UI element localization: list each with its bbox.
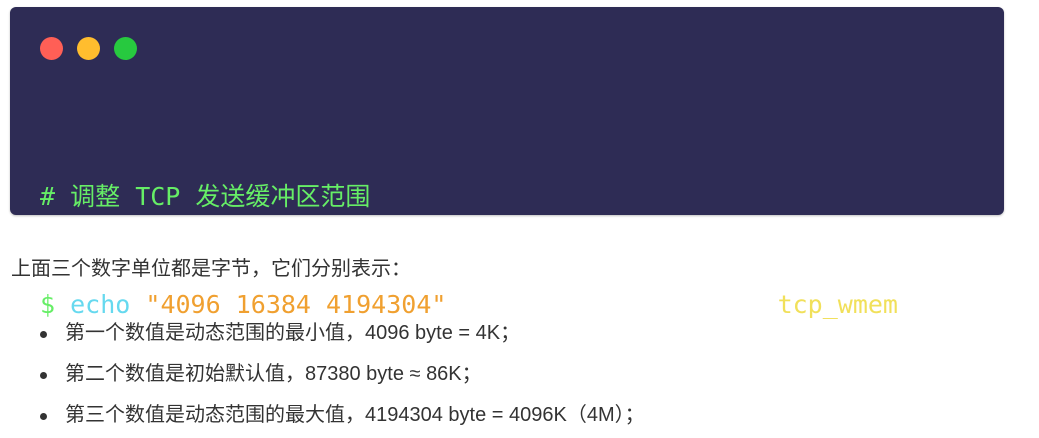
close-dot-icon xyxy=(40,37,63,60)
command-target-file: tcp_wmem xyxy=(777,290,898,319)
code-block: # 调整 TCP 发送缓冲区范围 $ echo "4096 16384 4194… xyxy=(10,7,1004,319)
intro-paragraph: 上面三个数字单位都是字节，它们分别表示： xyxy=(11,258,411,280)
bullet-list: 第一个数值是动态范围的最小值，4096 byte = 4K； 第二个数值是初始默… xyxy=(11,315,645,438)
bullet-icon xyxy=(40,413,47,420)
comment-text: 调整 xyxy=(70,182,121,211)
bullet-icon xyxy=(40,372,47,379)
minimize-dot-icon xyxy=(77,37,100,60)
window-controls xyxy=(40,37,137,60)
code-comment-line: # 调整 TCP 发送缓冲区范围 xyxy=(40,179,898,215)
maximize-dot-icon xyxy=(114,37,137,60)
list-item-text: 第二个数值是初始默认值，87380 byte ≈ 86K； xyxy=(65,363,482,385)
list-item: 第三个数值是动态范围的最大值，4194304 byte = 4096K（4M）； xyxy=(11,397,645,438)
bullet-icon xyxy=(40,331,47,338)
list-item: 第二个数值是初始默认值，87380 byte ≈ 86K； xyxy=(11,356,645,397)
list-item-text: 第一个数值是动态范围的最小值，4096 byte = 4K； xyxy=(65,322,521,344)
list-item: 第一个数值是动态范围的最小值，4096 byte = 4K； xyxy=(11,315,645,356)
comment-tcp: TCP xyxy=(135,182,181,211)
list-item-text: 第三个数值是动态范围的最大值，4194304 byte = 4096K（4M）； xyxy=(65,404,645,426)
comment-rest: 发送缓冲区范围 xyxy=(195,182,371,211)
comment-hash: # xyxy=(40,182,56,211)
